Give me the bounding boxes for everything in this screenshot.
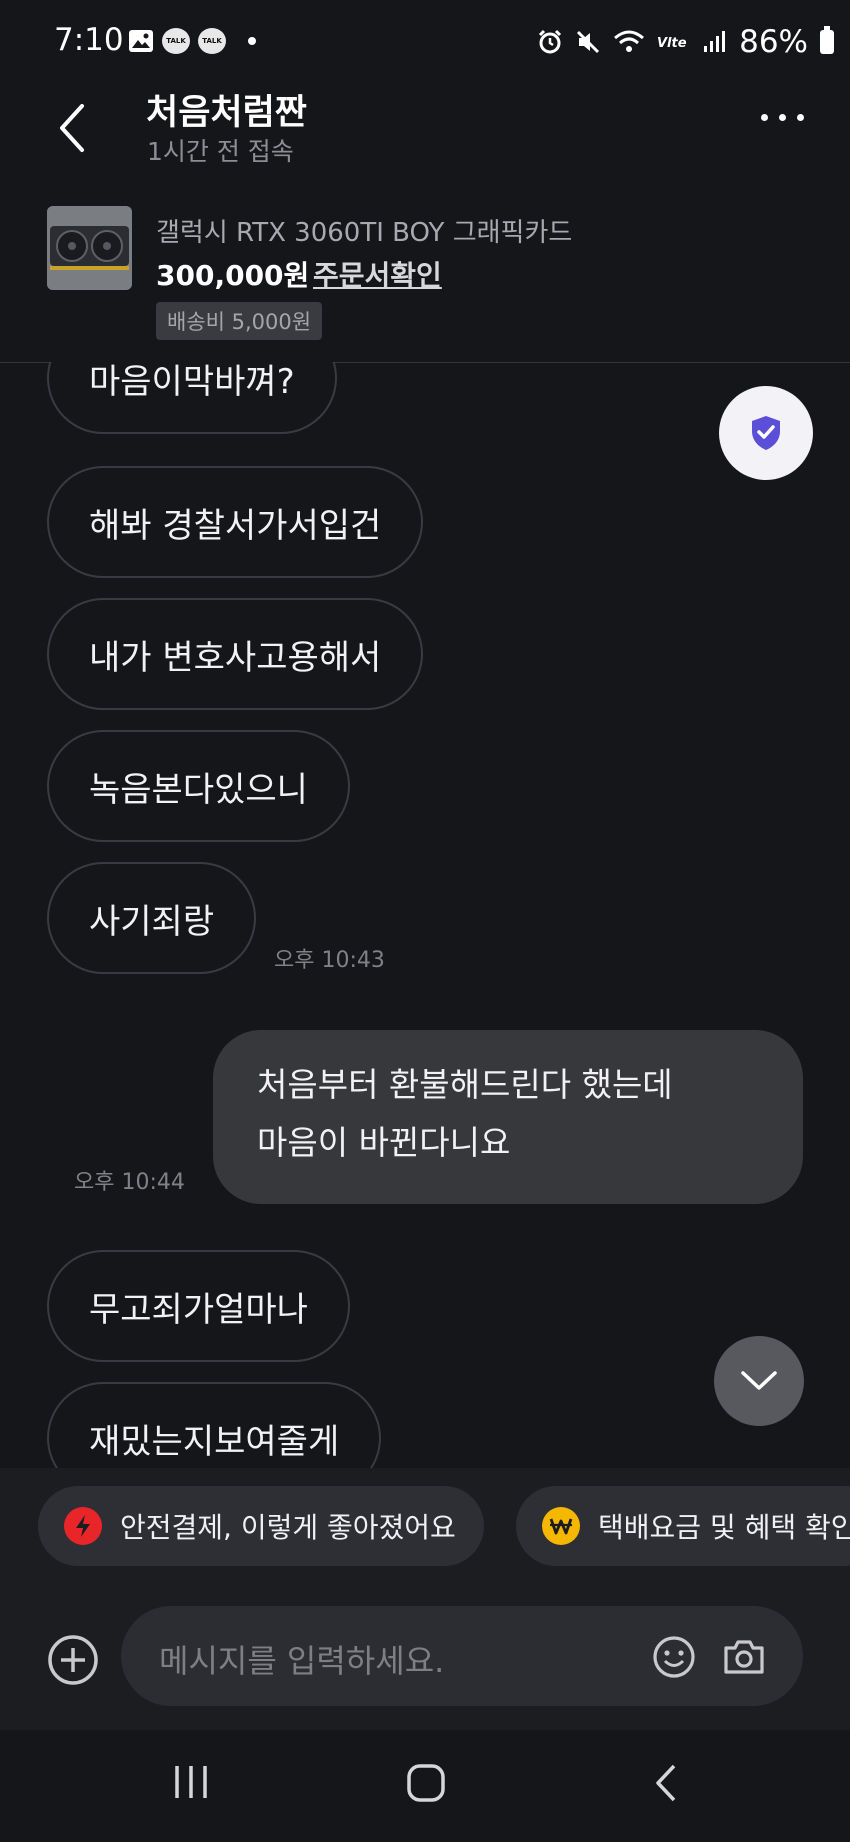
delivery-fee-chip[interactable]: 택배요금 및 혜택 확인: [516, 1486, 850, 1566]
message-input[interactable]: 메시지를 입력하세요.: [121, 1606, 803, 1706]
graphics-card-image: [47, 206, 132, 290]
message-bubble-incoming[interactable]: 사기죄랑: [47, 862, 257, 974]
more-dot-icon: [761, 114, 768, 121]
message-text-line: 처음부터 환불해드린다 했는데: [257, 1065, 673, 1104]
more-dot-icon: [797, 114, 804, 121]
message-bubble-outgoing[interactable]: 처음부터 환불해드린다 했는데 마음이 바뀐다니요: [213, 1030, 803, 1204]
chip-label: 택배요금 및 혜택 확인: [598, 1511, 850, 1544]
emoji-button[interactable]: [651, 1634, 697, 1680]
product-card[interactable]: 갤럭시 RTX 3060TI BOY 그래픽카드 300,000원 주문서확인 …: [0, 194, 850, 363]
battery-percent: 86%: [739, 24, 808, 60]
message-composer: 메시지를 입력하세요.: [0, 1584, 850, 1730]
shipping-fee-badge: 배송비 5,000원: [156, 302, 323, 340]
product-title: 갤럭시 RTX 3060TI BOY 그래픽카드: [156, 218, 573, 248]
quick-action-bar[interactable]: 안전결제, 이렇게 좋아졌어요 택배요금 및 혜택 확인: [0, 1468, 850, 1584]
camera-button[interactable]: [721, 1634, 767, 1680]
message-bubble-incoming[interactable]: 해봐 경찰서가서입건: [47, 466, 424, 578]
status-bar: 7:10 TALK TALK Vlte 86%: [0, 0, 850, 84]
scroll-to-bottom-button[interactable]: [714, 1336, 804, 1426]
safe-payment-chip[interactable]: 안전결제, 이렇게 좋아졌어요: [38, 1486, 484, 1566]
more-options-button[interactable]: [761, 114, 804, 121]
chip-label: 안전결제, 이렇게 좋아졌어요: [120, 1511, 456, 1544]
more-dot-icon: [779, 114, 786, 121]
kakaotalk-icon: TALK: [162, 28, 190, 54]
won-icon: [542, 1507, 580, 1545]
svg-text:Vlte: Vlte: [657, 36, 687, 51]
volte-icon: Vlte: [657, 36, 687, 51]
last-seen: 1시간 전 접속: [147, 137, 294, 166]
shield-check-icon: [752, 416, 780, 450]
signal-icon: [704, 31, 726, 52]
chevron-down-icon: [741, 1371, 777, 1390]
gallery-icon: [129, 30, 153, 52]
add-attachment-button[interactable]: [47, 1634, 99, 1686]
status-time: 7:10: [54, 22, 124, 58]
home-icon[interactable]: [405, 1762, 447, 1804]
chat-header: 처음처럼짠 1시간 전 접속: [0, 84, 850, 194]
kakaotalk-icon: TALK: [198, 28, 226, 54]
message-bubble-incoming[interactable]: 녹음본다있으니: [47, 730, 350, 842]
back-nav-icon[interactable]: [650, 1762, 680, 1804]
chat-partner-name: 처음처럼짠: [146, 93, 308, 133]
lightning-icon: [64, 1507, 102, 1545]
message-bubble-incoming[interactable]: 재밌는지보여줄게: [47, 1382, 382, 1472]
message-time: 오후 10:43: [274, 948, 385, 973]
message-bubble-incoming[interactable]: 내가 변호사고용해서: [47, 598, 424, 710]
product-price: 300,000원: [156, 259, 310, 292]
mute-icon: [577, 30, 600, 54]
notification-icons: TALK TALK: [128, 28, 256, 54]
more-notifications-dot: [248, 37, 256, 45]
message-bubble-incoming[interactable]: 마음이막바껴?: [47, 362, 337, 434]
order-confirm-link[interactable]: 주문서확인: [313, 254, 442, 294]
message-text-line: 마음이 바뀐다니요: [257, 1123, 511, 1162]
battery-icon: [820, 26, 834, 54]
system-icons: Vlte 86%: [537, 24, 834, 60]
message-input-placeholder: 메시지를 입력하세요.: [159, 1642, 445, 1680]
system-nav-bar: [0, 1730, 850, 1842]
alarm-icon: [539, 29, 562, 54]
wifi-icon: [614, 30, 645, 52]
product-thumbnail[interactable]: [47, 206, 132, 290]
back-button[interactable]: [52, 98, 98, 158]
recent-apps-icon[interactable]: [171, 1762, 211, 1802]
message-list[interactable]: 마음이막바껴? 해봐 경찰서가서입건 내가 변호사고용해서 녹음본다있으니 사기…: [0, 362, 850, 1472]
message-bubble-incoming[interactable]: 무고죄가얼마나: [47, 1250, 350, 1362]
safety-shield-button[interactable]: [719, 386, 813, 480]
message-time: 오후 10:44: [74, 1170, 185, 1195]
